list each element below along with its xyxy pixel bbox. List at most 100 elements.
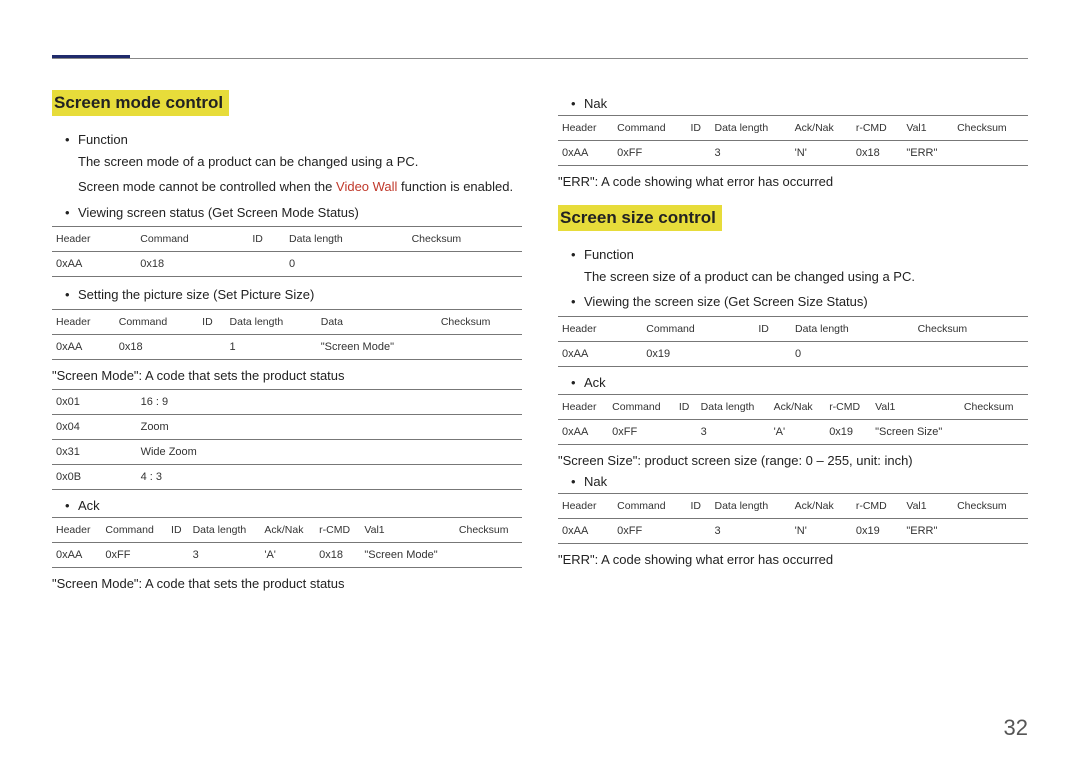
table-row: 0xAA 0x18 1 "Screen Mode": [52, 334, 522, 359]
td: 'A': [260, 542, 315, 567]
left-column: Screen mode control Function The screen …: [52, 90, 522, 597]
th: r-CMD: [852, 116, 903, 141]
td: 0x19: [852, 518, 903, 543]
th: ID: [686, 116, 710, 141]
td: 0xFF: [101, 542, 167, 567]
get-screen-mode-table: Header Command ID Data length Checksum 0…: [52, 226, 522, 277]
td: 0xAA: [558, 419, 608, 444]
th: Header: [558, 316, 642, 341]
td: 0x31: [52, 439, 137, 464]
screen-mode-values-table: 0x01 16 : 9 0x04 Zoom 0x31 Wide Zoom 0x0…: [52, 389, 522, 490]
nak-table: Header Command ID Data length Ack/Nak r-…: [558, 115, 1028, 166]
page-number: 32: [1004, 715, 1028, 741]
td: 0x18: [115, 334, 198, 359]
table-row: 0x04 Zoom: [52, 414, 522, 439]
td: [248, 252, 285, 277]
td: [953, 518, 1028, 543]
th: Header: [52, 309, 115, 334]
table-row: 0xAA 0xFF 3 'N' 0x19 "ERR": [558, 518, 1028, 543]
th: Command: [115, 309, 198, 334]
nak-table-2: Header Command ID Data length Ack/Nak r-…: [558, 493, 1028, 544]
th: Data length: [285, 227, 408, 252]
td: 0: [791, 341, 914, 366]
th: r-CMD: [315, 517, 360, 542]
td: [167, 542, 189, 567]
td: 0xAA: [558, 518, 613, 543]
table-row: 0xAA 0x18 0: [52, 252, 522, 277]
th: Checksum: [953, 493, 1028, 518]
th: ID: [198, 309, 225, 334]
th: Header: [558, 394, 608, 419]
td: Zoom: [137, 414, 522, 439]
th: Data length: [791, 316, 914, 341]
ack-table: Header Command ID Data length Ack/Nak r-…: [52, 517, 522, 568]
td: 0x19: [642, 341, 754, 366]
th: Data length: [226, 309, 317, 334]
th: Data length: [189, 517, 261, 542]
td: 0x18: [852, 141, 903, 166]
table-row: 0xAA 0x19 0: [558, 341, 1028, 366]
table-row: 0x31 Wide Zoom: [52, 439, 522, 464]
text: function is enabled.: [397, 179, 513, 194]
td: 0x18: [136, 252, 248, 277]
ack-bullet-2: Ack: [558, 375, 1028, 390]
th: Checksum: [914, 316, 1028, 341]
th: Data length: [697, 394, 770, 419]
th: Command: [613, 116, 686, 141]
td: 3: [710, 141, 790, 166]
screen-size-heading: Screen size control: [558, 205, 722, 231]
viewing-size-bullet: Viewing the screen size (Get Screen Size…: [558, 292, 1028, 312]
td: 0xAA: [558, 341, 642, 366]
td: 0x01: [52, 389, 137, 414]
td: 0x04: [52, 414, 137, 439]
td: 0xAA: [52, 334, 115, 359]
th: Checksum: [960, 394, 1028, 419]
th: Data: [317, 309, 437, 334]
function-desc-3: The screen size of a product can be chan…: [558, 267, 1028, 287]
td: 'A': [770, 419, 826, 444]
th: Ack/Nak: [770, 394, 826, 419]
th: Val1: [902, 116, 953, 141]
function-bullet: Function: [52, 130, 522, 150]
td: 0x0B: [52, 464, 137, 489]
td: 3: [710, 518, 790, 543]
table-row: 0xAA 0xFF 3 'N' 0x18 "ERR": [558, 141, 1028, 166]
screen-mode-caption-1: "Screen Mode": A code that sets the prod…: [52, 368, 522, 383]
th: Ack/Nak: [791, 116, 852, 141]
td: [953, 141, 1028, 166]
th: Header: [558, 116, 613, 141]
th: Ack/Nak: [260, 517, 315, 542]
nak-bullet-2: Nak: [558, 474, 1028, 489]
td: 'N': [791, 518, 852, 543]
table-row: 0xAA 0xFF 3 'A' 0x18 "Screen Mode": [52, 542, 522, 567]
th: r-CMD: [852, 493, 903, 518]
td: 0x19: [825, 419, 871, 444]
th: Checksum: [455, 517, 522, 542]
err-caption-2: "ERR": A code showing what error has occ…: [558, 552, 1028, 567]
td: 0xAA: [52, 252, 136, 277]
text: Screen mode cannot be controlled when th…: [78, 179, 336, 194]
function-desc-2: Screen mode cannot be controlled when th…: [52, 177, 522, 197]
td: Wide Zoom: [137, 439, 522, 464]
td: "ERR": [902, 518, 953, 543]
th: ID: [754, 316, 791, 341]
th: ID: [686, 493, 710, 518]
td: 0xAA: [558, 141, 613, 166]
two-column-layout: Screen mode control Function The screen …: [52, 90, 1028, 597]
th: ID: [248, 227, 285, 252]
th: ID: [675, 394, 697, 419]
td: [686, 518, 710, 543]
video-wall-link[interactable]: Video Wall: [336, 179, 397, 194]
nak-bullet: Nak: [558, 96, 1028, 111]
td: 0: [285, 252, 408, 277]
th: Data length: [710, 493, 790, 518]
right-column: Nak Header Command ID Data length Ack/Na…: [558, 90, 1028, 597]
ack-bullet: Ack: [52, 498, 522, 513]
function-desc-1: The screen mode of a product can be chan…: [52, 152, 522, 172]
td: 0xFF: [608, 419, 675, 444]
td: "ERR": [902, 141, 953, 166]
td: 3: [697, 419, 770, 444]
set-picture-size-table: Header Command ID Data length Data Check…: [52, 309, 522, 360]
th: r-CMD: [825, 394, 871, 419]
screen-mode-caption-2: "Screen Mode": A code that sets the prod…: [52, 576, 522, 591]
